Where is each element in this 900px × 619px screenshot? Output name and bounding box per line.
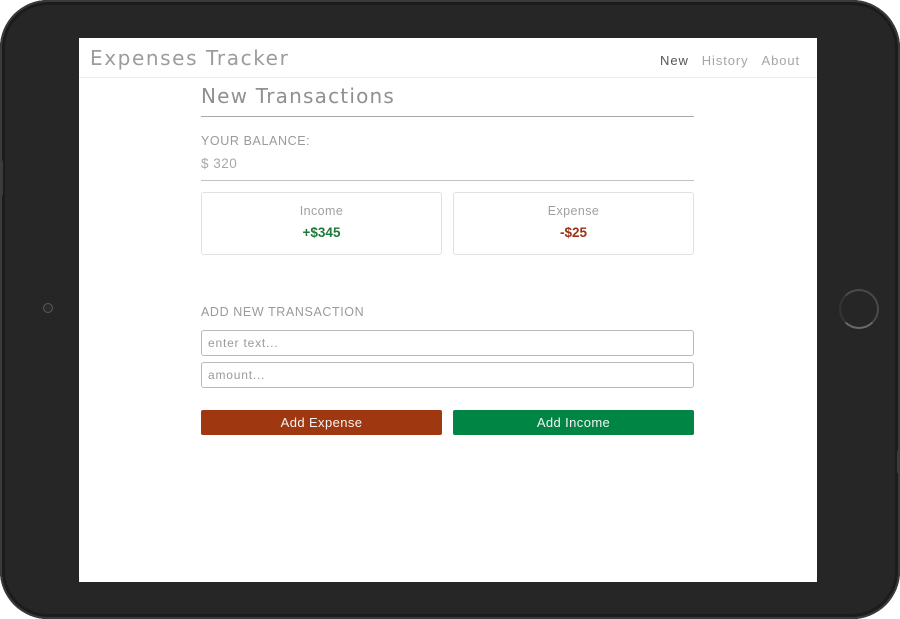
nav-item-history[interactable]: History (702, 53, 749, 68)
nav-item-new[interactable]: New (660, 53, 689, 68)
expense-card: Expense -$25 (453, 192, 694, 255)
income-amount: +$345 (302, 225, 341, 240)
balance-label: YOUR BALANCE: (201, 134, 311, 148)
expense-amount: -$25 (559, 225, 588, 240)
add-income-button[interactable]: Add Income (453, 410, 694, 435)
page-title: New Transactions (201, 84, 694, 117)
expense-label: Expense (547, 204, 600, 218)
navbar: Expenses Tracker New History About (79, 38, 817, 78)
tablet-frame: Expenses Tracker New History About New T… (0, 0, 900, 619)
income-label: Income (299, 204, 344, 218)
home-button-icon[interactable] (839, 289, 879, 329)
nav-links: New History About (660, 53, 800, 68)
nav-item-about[interactable]: About (762, 53, 800, 68)
income-card: Income +$345 (201, 192, 442, 255)
camera-icon (43, 303, 53, 313)
balance-value: $ 320 (201, 156, 694, 181)
summary-cards: Income +$345 Expense -$25 (201, 192, 694, 255)
transaction-text-input[interactable] (201, 330, 694, 356)
add-transaction-heading: ADD NEW TRANSACTION (201, 305, 365, 319)
transaction-amount-input[interactable] (201, 362, 694, 388)
main-content: New Transactions YOUR BALANCE: $ 320 Inc… (201, 84, 694, 435)
side-button-top (0, 160, 3, 196)
add-expense-button[interactable]: Add Expense (201, 410, 442, 435)
app-screen: Expenses Tracker New History About New T… (79, 38, 817, 582)
app-title[interactable]: Expenses Tracker (90, 46, 289, 70)
action-buttons: Add Expense Add Income (201, 410, 694, 435)
